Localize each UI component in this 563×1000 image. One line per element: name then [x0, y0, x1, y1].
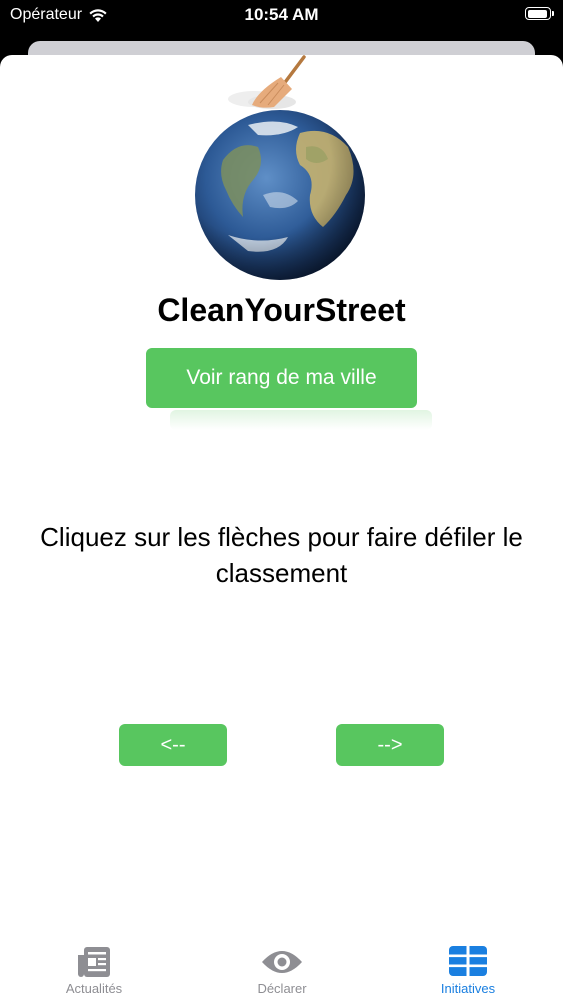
tab-label: Actualités: [65, 981, 123, 996]
next-arrow-button[interactable]: -->: [336, 724, 444, 766]
tab-label: Déclarer: [257, 981, 307, 996]
tab-declarer[interactable]: Déclarer: [212, 930, 352, 1000]
newspaper-icon: [78, 947, 110, 977]
button-reflection: [170, 410, 432, 430]
tab-bar: Actualités Déclarer Initiatives: [0, 930, 563, 1000]
tab-label: Initiatives: [440, 981, 496, 996]
status-bar: Opérateur 10:54 AM: [0, 0, 563, 30]
instructions-text: Cliquez sur les flèches pour faire défil…: [40, 522, 523, 588]
status-time: 10:54 AM: [244, 5, 319, 24]
modal-sheet: CleanYourStreet Voir rang de ma ville Cl…: [0, 55, 563, 1000]
battery-icon: [525, 7, 554, 20]
tab-actualites[interactable]: Actualités: [24, 930, 164, 1000]
view-city-rank-button[interactable]: Voir rang de ma ville: [146, 348, 417, 408]
tab-initiatives[interactable]: Initiatives: [398, 930, 538, 1000]
app-title: CleanYourStreet: [157, 292, 406, 328]
eye-icon: [262, 951, 302, 973]
previous-arrow-button[interactable]: <--: [119, 724, 227, 766]
grid-icon: [449, 946, 487, 976]
earth-broom-logo: [195, 55, 365, 280]
